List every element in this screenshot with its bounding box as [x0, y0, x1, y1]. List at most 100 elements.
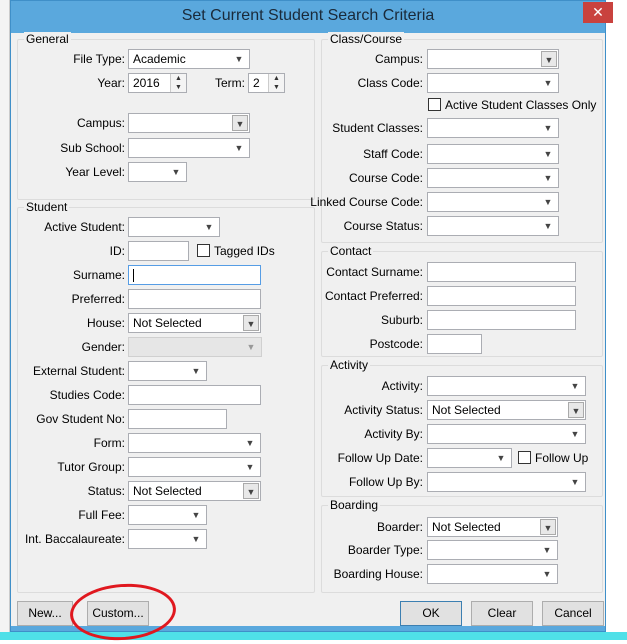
- chevron-down-icon[interactable]: ▼: [189, 508, 203, 522]
- full-fee-label: Full Fee:: [78, 508, 125, 522]
- close-button[interactable]: ✕: [583, 2, 613, 23]
- chevron-down-icon[interactable]: ▼: [243, 483, 259, 499]
- sub-school-label: Sub School:: [60, 141, 125, 155]
- chevron-down-icon[interactable]: ▼: [232, 115, 248, 131]
- chevron-down-icon[interactable]: ▼: [244, 340, 258, 354]
- activity-status-label: Activity Status:: [344, 403, 423, 417]
- chevron-down-icon[interactable]: ▼: [243, 436, 257, 450]
- checkbox-box[interactable]: [428, 98, 441, 111]
- chevron-down-icon[interactable]: ▼: [541, 219, 555, 233]
- follow-up-checkbox[interactable]: Follow Up: [518, 451, 588, 465]
- year-level-dropdown[interactable]: ▼: [128, 162, 187, 182]
- group-label: General: [24, 32, 71, 46]
- boarder-dropdown[interactable]: Not Selected ▼: [427, 517, 558, 537]
- chevron-down-icon[interactable]: ▼: [189, 532, 203, 546]
- chevron-down-icon[interactable]: ▼: [541, 121, 555, 135]
- course-code-dropdown[interactable]: ▼: [427, 168, 559, 188]
- sub-school-dropdown[interactable]: ▼: [128, 138, 250, 158]
- activity-status-value: Not Selected: [432, 403, 501, 417]
- activity-by-dropdown[interactable]: ▼: [427, 424, 586, 444]
- boarder-type-dropdown[interactable]: ▼: [427, 540, 558, 560]
- contact-preferred-input[interactable]: [427, 286, 576, 306]
- chevron-down-icon[interactable]: ▼: [169, 165, 183, 179]
- tagged-ids-checkbox[interactable]: Tagged IDs: [197, 244, 275, 258]
- term-label: Term:: [215, 76, 245, 90]
- chevron-down-icon[interactable]: ▼: [232, 141, 246, 155]
- term-spinner[interactable]: 2 ▲ ▼: [248, 73, 285, 93]
- chevron-down-icon[interactable]: ▼: [202, 220, 216, 234]
- gov-student-no-input[interactable]: [128, 409, 227, 429]
- c-campus-label: Campus:: [374, 52, 423, 66]
- new-button[interactable]: New...: [17, 601, 73, 626]
- surname-input[interactable]: [128, 265, 261, 285]
- contact-surname-label: Contact Surname:: [326, 265, 423, 279]
- g-campus-dropdown[interactable]: ▼: [128, 113, 250, 133]
- checkbox-box[interactable]: [518, 451, 531, 464]
- chevron-down-icon[interactable]: ▼: [568, 402, 584, 418]
- suburb-input[interactable]: [427, 310, 576, 330]
- chevron-down-icon[interactable]: ▼: [541, 171, 555, 185]
- course-status-dropdown[interactable]: ▼: [427, 216, 559, 236]
- class-code-dropdown[interactable]: ▼: [427, 73, 559, 93]
- gender-dropdown[interactable]: ▼: [128, 337, 262, 357]
- external-student-dropdown[interactable]: ▼: [128, 361, 207, 381]
- house-dropdown[interactable]: Not Selected ▼: [128, 313, 261, 333]
- tutor-group-dropdown[interactable]: ▼: [128, 457, 261, 477]
- staff-code-dropdown[interactable]: ▼: [427, 144, 559, 164]
- activity-status-dropdown[interactable]: Not Selected ▼: [427, 400, 586, 420]
- chevron-down-icon[interactable]: ▼: [232, 52, 246, 66]
- id-input[interactable]: [128, 241, 189, 261]
- clear-button[interactable]: Clear: [471, 601, 533, 626]
- spinner-arrows-icon[interactable]: ▲ ▼: [268, 74, 284, 92]
- chevron-down-icon[interactable]: ▼: [540, 567, 554, 581]
- chevron-down-icon[interactable]: ▼: [540, 543, 554, 557]
- int-bacc-dropdown[interactable]: ▼: [128, 529, 207, 549]
- chevron-down-icon[interactable]: ▼: [568, 427, 582, 441]
- dialog-window: Set Current Student Search Criteria ✕ Ge…: [10, 0, 613, 632]
- text-cursor: [133, 269, 134, 282]
- follow-up-date-dropdown[interactable]: ▼: [427, 448, 512, 468]
- chevron-down-icon[interactable]: ▼: [541, 195, 555, 209]
- student-classes-dropdown[interactable]: ▼: [427, 118, 559, 138]
- boarder-value: Not Selected: [432, 520, 501, 534]
- active-classes-only-checkbox[interactable]: Active Student Classes Only: [428, 98, 596, 112]
- follow-up-by-dropdown[interactable]: ▼: [427, 472, 586, 492]
- studies-code-input[interactable]: [128, 385, 261, 405]
- chevron-down-icon[interactable]: ▼: [540, 519, 556, 535]
- activity-dropdown[interactable]: ▼: [427, 376, 586, 396]
- preferred-input[interactable]: [128, 289, 261, 309]
- year-spinner[interactable]: 2016 ▲ ▼: [128, 73, 187, 93]
- chevron-down-icon[interactable]: ▼: [243, 315, 259, 331]
- chevron-down-icon[interactable]: ▼: [494, 451, 508, 465]
- contact-surname-input[interactable]: [427, 262, 576, 282]
- background-window: [0, 0, 10, 640]
- chevron-down-icon[interactable]: ▼: [541, 147, 555, 161]
- checkbox-box[interactable]: [197, 244, 210, 257]
- chevron-down-icon[interactable]: ▼: [568, 475, 582, 489]
- follow-up-date-label: Follow Up Date:: [337, 451, 423, 465]
- chevron-down-icon[interactable]: ▼: [189, 364, 203, 378]
- form-dropdown[interactable]: ▼: [128, 433, 261, 453]
- staff-code-label: Staff Code:: [363, 147, 423, 161]
- c-campus-dropdown[interactable]: ▼: [427, 49, 559, 69]
- file-type-label: File Type:: [73, 52, 125, 66]
- linked-course-code-dropdown[interactable]: ▼: [427, 192, 559, 212]
- activity-label: Activity:: [381, 379, 423, 393]
- file-type-dropdown[interactable]: Academic ▼: [128, 49, 250, 69]
- spinner-arrows-icon[interactable]: ▲ ▼: [170, 74, 186, 92]
- chevron-down-icon[interactable]: ▼: [568, 379, 582, 393]
- preferred-label: Preferred:: [71, 292, 125, 306]
- group-label: Boarding: [328, 498, 381, 512]
- int-bacc-label: Int. Baccalaureate:: [24, 532, 125, 546]
- ok-button[interactable]: OK: [400, 601, 462, 626]
- postcode-input[interactable]: [427, 334, 482, 354]
- status-dropdown[interactable]: Not Selected ▼: [128, 481, 261, 501]
- chevron-down-icon[interactable]: ▼: [541, 76, 555, 90]
- active-student-dropdown[interactable]: ▼: [128, 217, 220, 237]
- group-label: Student: [24, 200, 70, 214]
- chevron-down-icon[interactable]: ▼: [541, 51, 557, 67]
- boarding-house-dropdown[interactable]: ▼: [427, 564, 558, 584]
- chevron-down-icon[interactable]: ▼: [243, 460, 257, 474]
- full-fee-dropdown[interactable]: ▼: [128, 505, 207, 525]
- cancel-button[interactable]: Cancel: [542, 601, 604, 626]
